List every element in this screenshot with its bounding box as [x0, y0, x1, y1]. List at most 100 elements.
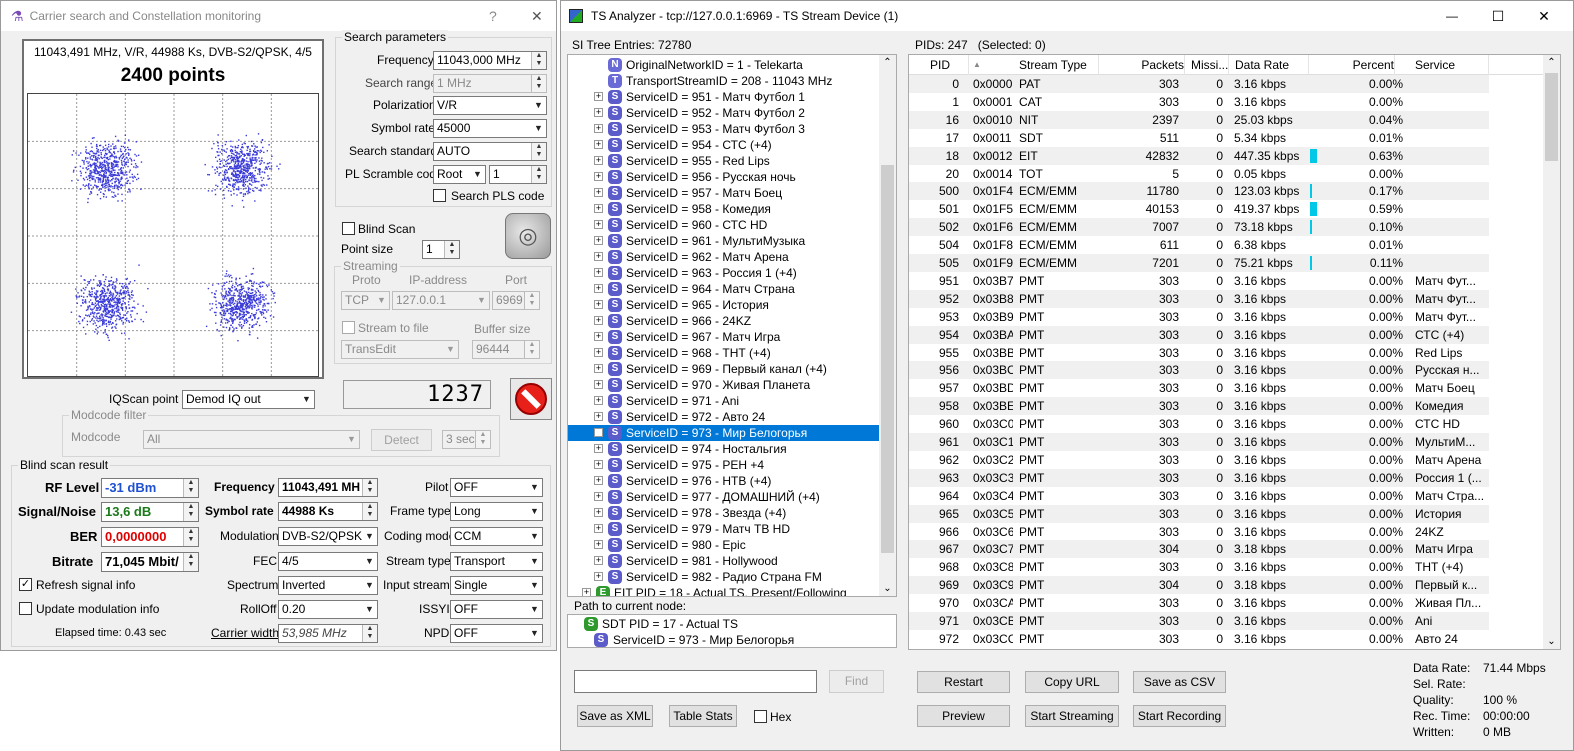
pid-column-header[interactable]: PID [909, 55, 969, 75]
frame-type-select[interactable]: Long ▼ [450, 502, 543, 521]
tree-item[interactable]: + S ServiceID = 967 - Матч Игра [568, 329, 880, 345]
issyi-select[interactable]: OFF ▼ [450, 600, 543, 619]
tree-item[interactable]: + S ServiceID = 971 - Ani [568, 393, 880, 409]
expand-icon[interactable]: + [594, 348, 603, 357]
expand-icon[interactable]: + [594, 172, 603, 181]
tree-item[interactable]: + S ServiceID = 960 - СТС HD [568, 217, 880, 233]
pid-table-scrollbar[interactable]: ⌃ ⌄ [1543, 55, 1560, 649]
modcode-select[interactable]: All ▼ [143, 430, 360, 449]
table-row[interactable]: 951 0x03B7 PMT 303 0 3.16 kbps 0.00% Матч Фут..… [909, 272, 1489, 290]
point-size-input[interactable]: 1 ▲ ▼ [422, 240, 460, 259]
expand-icon[interactable]: + [594, 524, 603, 533]
search-range-spinner[interactable]: ▲ ▼ [531, 75, 546, 92]
scroll-down-arrow[interactable]: ⌄ [879, 583, 896, 594]
expand-icon[interactable]: + [594, 396, 603, 405]
expand-icon[interactable]: + [594, 332, 603, 341]
refresh-signal-checkbox[interactable]: ✓ [19, 578, 32, 591]
service-column-header[interactable]: Service [1409, 55, 1489, 75]
table-row[interactable]: 966 0x03C6 PMT 303 0 3.16 kbps 0.00% 24KZ [909, 523, 1489, 541]
expand-icon[interactable]: + [594, 220, 603, 229]
preview-button[interactable]: Preview [917, 705, 1010, 727]
search-range-input[interactable]: 1 MHz ▲ ▼ [433, 74, 547, 93]
scroll-thumb[interactable] [1545, 73, 1558, 161]
expand-icon[interactable]: + [594, 204, 603, 213]
tree-item[interactable]: + S ServiceID = 965 - История [568, 297, 880, 313]
maximize-button[interactable]: ☐ [1475, 1, 1521, 31]
expand-icon[interactable]: + [594, 476, 603, 485]
tree-item[interactable]: T TransportStreamID = 208 - 11043 MHz [568, 73, 880, 89]
satellite-dish-button[interactable]: ◎ [505, 213, 551, 259]
table-row[interactable]: 955 0x03BB PMT 303 0 3.16 kbps 0.00% Red Lips [909, 344, 1489, 362]
search-standard-spinner[interactable]: ▲ ▼ [531, 143, 546, 160]
table-row[interactable]: 502 0x01F6 ECM/EMM 7007 0 73.18 kbps 0.10% [909, 218, 1489, 237]
pl-code-spinner[interactable]: ▲ ▼ [531, 166, 546, 183]
iqscan-select[interactable]: Demod IQ out ▼ [182, 390, 315, 409]
save-csv-button[interactable]: Save as CSV [1133, 671, 1226, 693]
restart-button[interactable]: Restart [917, 671, 1010, 693]
data-rate-column-header[interactable]: Data Rate [1229, 55, 1309, 75]
start-recording-button[interactable]: Start Recording [1133, 705, 1226, 727]
pl-code-input[interactable]: 1 ▲ ▼ [489, 165, 547, 184]
polarization-select[interactable]: V/R ▼ [433, 96, 547, 115]
table-row[interactable]: 957 0x03BD PMT 303 0 3.16 kbps 0.00% Матч Боец [909, 379, 1489, 397]
tree-item[interactable]: + S ServiceID = 981 - Hollywood [568, 553, 880, 569]
expand-icon[interactable]: + [594, 268, 603, 277]
detect-seconds-spinner[interactable]: ▲ ▼ [475, 431, 490, 448]
table-row[interactable]: 500 0x01F4 ECM/EMM 11780 0 123.03 kbps 0.17% [909, 182, 1489, 201]
expand-icon[interactable]: + [594, 140, 603, 149]
minimize-button[interactable]: — [1429, 1, 1475, 31]
table-row[interactable]: 962 0x03C2 PMT 303 0 3.16 kbps 0.00% Матч Арена [909, 451, 1489, 469]
missing-column-header[interactable]: Missi... [1185, 55, 1229, 75]
search-pls-checkbox[interactable] [433, 189, 446, 202]
table-row[interactable]: 20 0x0014 TOT 5 0 0.05 kbps 0.00% [909, 165, 1489, 183]
port-input[interactable]: 6969 ▲ ▼ [492, 291, 540, 310]
tree-item[interactable]: + S ServiceID = 973 - Мир Белогорья [568, 425, 880, 441]
tree-item[interactable]: N OriginalNetworkID = 1 - Telekarta [568, 57, 880, 73]
tree-item[interactable]: + S ServiceID = 970 - Живая Планета [568, 377, 880, 393]
table-row[interactable]: 956 0x03BC PMT 303 0 3.16 kbps 0.00% Русская н.… [909, 361, 1489, 380]
table-row[interactable]: 968 0x03C8 PMT 303 0 3.16 kbps 0.00% ТНТ (+4) [909, 558, 1489, 576]
blind-scan-checkbox[interactable] [342, 222, 355, 235]
table-row[interactable]: 954 0x03BA PMT 303 0 3.16 kbps 0.00% СТС (+4) [909, 325, 1489, 344]
file-format-select[interactable]: TransEdit ▼ [341, 340, 459, 359]
help-button[interactable]: ? [489, 8, 497, 24]
update-modulation-checkbox[interactable] [19, 602, 32, 615]
expand-icon[interactable]: + [594, 108, 603, 117]
scroll-up-arrow[interactable]: ⌃ [879, 57, 896, 68]
table-row[interactable]: 504 0x01F8 ECM/EMM 611 0 6.38 kbps 0.01% [909, 236, 1489, 254]
expand-icon[interactable]: + [594, 284, 603, 293]
save-xml-button[interactable]: Save as XML [577, 705, 653, 727]
tree-item[interactable]: + S ServiceID = 958 - Комедия [568, 201, 880, 217]
start-streaming-button[interactable]: Start Streaming [1025, 705, 1119, 727]
tree-item[interactable]: + S ServiceID = 966 - 24KZ [568, 313, 880, 329]
fec-select[interactable]: 4/5 ▼ [278, 552, 378, 571]
point-size-spinner[interactable]: ▲ ▼ [444, 241, 459, 258]
stream-type-select[interactable]: Transport ▼ [450, 552, 543, 571]
table-row[interactable]: 1 0x0001 CAT 303 0 3.16 kbps 0.00% [909, 93, 1489, 111]
tree-item[interactable]: + S ServiceID = 951 - Матч Футбол 1 [568, 89, 880, 105]
table-row[interactable]: 958 0x03BE PMT 303 0 3.16 kbps 0.00% Комедия [909, 397, 1489, 416]
table-row[interactable]: 18 0x0012 EIT 42832 0 447.35 kbps 0.63% [909, 146, 1489, 165]
tree-item[interactable]: + S ServiceID = 980 - Epic [568, 537, 880, 553]
tree-item[interactable]: + S ServiceID = 961 - МультиМузыка [568, 233, 880, 249]
tree-item[interactable]: + S ServiceID = 956 - Русская ночь [568, 169, 880, 185]
expand-icon[interactable]: + [582, 588, 591, 596]
expand-icon[interactable]: + [594, 236, 603, 245]
expand-icon[interactable]: + [594, 92, 603, 101]
buffer-size-spinner[interactable]: ▲ ▼ [524, 341, 539, 358]
table-row[interactable]: 963 0x03C3 PMT 303 0 3.16 kbps 0.00% Россия 1 (… [909, 468, 1489, 487]
tree-item[interactable]: + S ServiceID = 982 - Радио Страна FM [568, 569, 880, 585]
expand-icon[interactable]: + [594, 300, 603, 309]
coding-mode-select[interactable]: CCM ▼ [450, 527, 543, 546]
search-standard-select[interactable]: AUTO ▲ ▼ [433, 142, 547, 161]
expand-icon[interactable]: + [594, 156, 603, 165]
spectrum-select[interactable]: Inverted ▼ [278, 576, 378, 595]
tree-item[interactable]: + S ServiceID = 976 - НТВ (+4) [568, 473, 880, 489]
table-row[interactable]: 16 0x0010 NIT 2397 0 25.03 kbps 0.04% [909, 110, 1489, 129]
table-row[interactable]: 960 0x03C0 PMT 303 0 3.16 kbps 0.00% СТС HD [909, 415, 1489, 433]
tree-item[interactable]: + S ServiceID = 968 - ТНТ (+4) [568, 345, 880, 361]
proto-select[interactable]: TCP ▼ [341, 291, 390, 310]
ts-close-button[interactable]: ✕ [1521, 1, 1567, 31]
modulation-select[interactable]: DVB-S2/QPSK ▼ [278, 527, 378, 546]
tree-item[interactable]: + S ServiceID = 963 - Россия 1 (+4) [568, 265, 880, 281]
